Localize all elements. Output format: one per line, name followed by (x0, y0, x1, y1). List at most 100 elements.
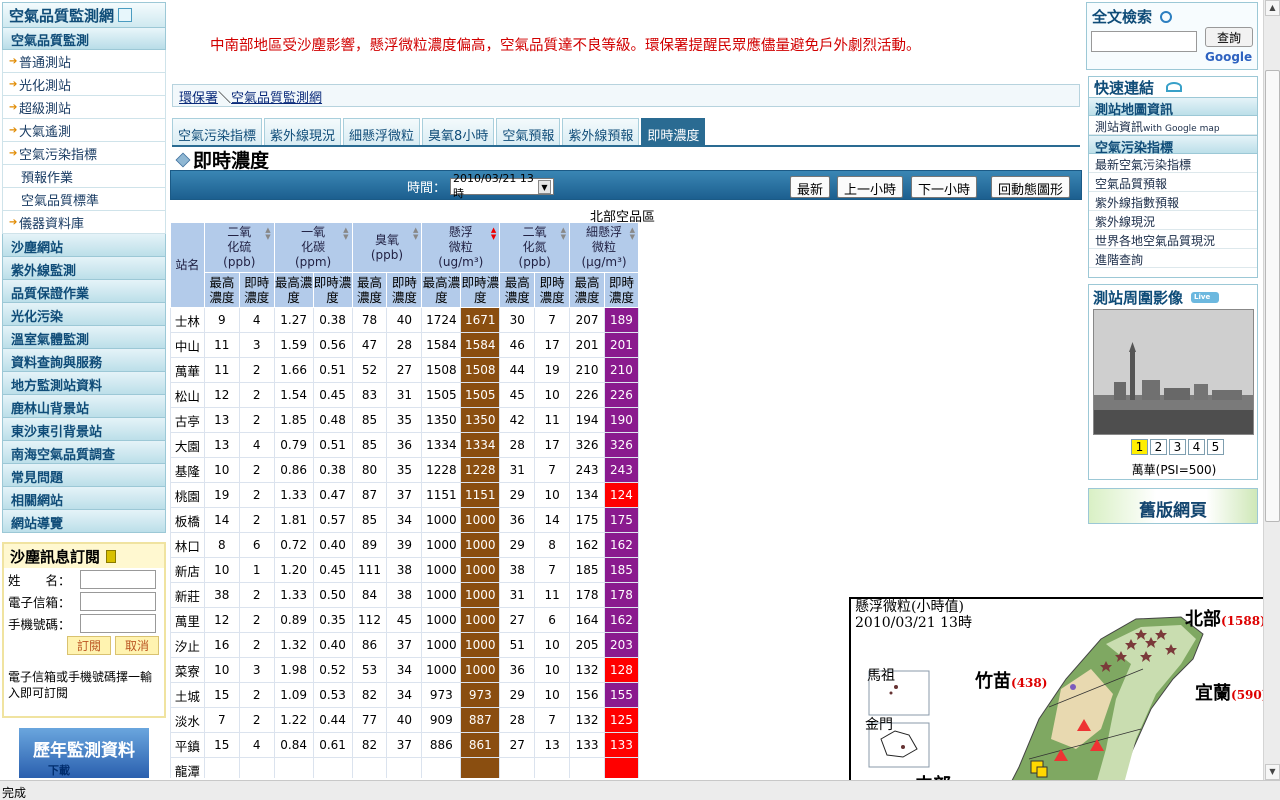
station-name-cell[interactable]: 平鎮 (170, 732, 205, 758)
table-row[interactable]: 龍潭 (170, 757, 639, 778)
prev-hour-button[interactable]: 上一小時 (837, 176, 904, 198)
old-site-banner[interactable]: 舊版網頁 (1088, 488, 1258, 524)
scroll-up-icon[interactable]: ▲ (1265, 0, 1280, 16)
pollutant-column-header[interactable]: 懸浮 微粒 (ug/m³) ▲ ▼ (421, 222, 501, 273)
pm10-map[interactable]: 懸浮微粒(小時值) 2010/03/21 13時 北部(1588) 竹苗(438… (849, 597, 1280, 800)
nav-sub-item[interactable]: 預報作業 (2, 165, 166, 188)
chevron-down-icon[interactable]: ▼ (537, 179, 552, 194)
nav-sub-item[interactable]: ➔ 大氣遙測 (2, 119, 166, 142)
nav-main-item[interactable]: 地方監測站資料 (2, 372, 166, 395)
station-name-cell[interactable]: 古亭 (170, 407, 205, 433)
table-row[interactable]: 萬里 12 2 0.89 0.35 112 45 1000 1000 27 6 164 162 (170, 607, 639, 633)
nav-main-item[interactable]: 東沙東引背景站 (2, 418, 166, 441)
table-row[interactable]: 新莊 38 2 1.33 0.50 84 38 1000 1000 31 11 178 178 (170, 582, 639, 608)
station-name-cell[interactable]: 淡水 (170, 707, 205, 733)
search-input[interactable] (1091, 31, 1197, 52)
table-row[interactable]: 桃園 19 2 1.33 0.47 87 37 1151 1151 29 10 134 124 (170, 482, 639, 508)
camera-page-button[interactable]: 2 (1150, 439, 1167, 455)
station-name-cell[interactable]: 中山 (170, 332, 205, 358)
sort-arrows-icon[interactable]: ▲ ▼ (561, 227, 566, 241)
station-name-cell[interactable]: 菜寮 (170, 657, 205, 683)
email-field[interactable] (80, 591, 156, 611)
pollutant-column-header[interactable]: 二氧 化硫 (ppb) ▲ ▼ (203, 222, 275, 273)
subscribe-button[interactable]: 訂閱 (67, 636, 111, 655)
sort-arrows-icon[interactable]: ▲ ▼ (413, 227, 418, 241)
breadcrumb-current-link[interactable]: 空氣品質監測網 (231, 91, 322, 106)
tab-item[interactable]: 紫外線現況 (264, 118, 342, 146)
nav-sub-item[interactable]: ➔ 普通測站 (2, 50, 166, 73)
breadcrumb-root-link[interactable]: 環保署 (179, 91, 218, 106)
map-label-zhumiao[interactable]: 竹苗(438) (975, 667, 1047, 693)
tab-item[interactable]: 空氣預報 (496, 118, 561, 146)
station-name-cell[interactable]: 龍潭 (170, 757, 205, 778)
nav-sub-item[interactable]: ➔ 光化測站 (2, 73, 166, 96)
tab-item[interactable]: 細懸浮微粒 (343, 118, 421, 146)
table-row[interactable]: 林口 8 6 0.72 0.40 89 39 1000 1000 29 8 162 162 (170, 532, 639, 558)
nav-sub-item[interactable]: ➔ 超級測站 (2, 96, 166, 119)
quick-link-item[interactable]: 紫外線現況 (1089, 211, 1257, 230)
nav-main-item[interactable]: 光化污染 (2, 303, 166, 326)
name-field[interactable] (80, 569, 156, 589)
nav-sub-item[interactable]: 空氣品質標準 (2, 188, 166, 211)
map-label-yilan[interactable]: 宜蘭(590) (1195, 679, 1267, 705)
pollutant-column-header[interactable]: 一氧 化碳 (ppm) ▲ ▼ (273, 222, 353, 273)
station-name-cell[interactable]: 土城 (170, 682, 205, 708)
table-row[interactable]: 板橋 14 2 1.81 0.57 85 34 1000 1000 36 14 175 175 (170, 507, 639, 533)
tab-item[interactable]: 即時濃度 (641, 118, 706, 146)
nav-sub-item[interactable]: ➔ 空氣污染指標 (2, 142, 166, 165)
table-row[interactable]: 基隆 10 2 0.86 0.38 80 35 1228 1228 31 7 243 243 (170, 457, 639, 483)
nav-main-item[interactable]: 相關網站 (2, 487, 166, 510)
quick-link-item[interactable]: 進階查詢 (1089, 249, 1257, 268)
nav-main-item[interactable]: 品質保證作業 (2, 280, 166, 303)
table-row[interactable]: 松山 12 2 1.54 0.45 83 31 1505 1505 45 10 226 226 (170, 382, 639, 408)
tab-item[interactable]: 空氣污染指標 (172, 118, 263, 146)
quick-link-item[interactable]: 紫外線指數預報 (1089, 192, 1257, 211)
nav-main-item[interactable]: 常見問題 (2, 464, 166, 487)
nav-section-air-quality[interactable]: 空氣品質監測 (2, 28, 166, 50)
station-name-cell[interactable]: 林口 (170, 532, 205, 558)
nav-main-item[interactable]: 紫外線監測 (2, 257, 166, 280)
sort-arrows-icon[interactable]: ▲ ▼ (343, 227, 348, 241)
phone-field[interactable] (80, 613, 156, 633)
nav-main-item[interactable]: 沙塵網站 (2, 234, 166, 257)
pollutant-column-header[interactable]: 二氧 化氮 (ppb) ▲ ▼ (499, 222, 571, 273)
station-name-cell[interactable]: 大園 (170, 432, 205, 458)
sort-arrows-icon[interactable]: ▲ ▼ (491, 227, 496, 241)
nav-sub-item[interactable]: ➔ 儀器資料庫 (2, 211, 166, 234)
station-name-cell[interactable]: 新店 (170, 557, 205, 583)
station-name-cell[interactable]: 桃園 (170, 482, 205, 508)
tab-item[interactable]: 紫外線預報 (562, 118, 640, 146)
station-name-cell[interactable]: 萬華 (170, 357, 205, 383)
pollutant-column-header[interactable]: 臭氧 (ppb) ▲ ▼ (351, 222, 423, 273)
nav-main-item[interactable]: 溫室氣體監測 (2, 326, 166, 349)
nav-main-item[interactable]: 鹿林山背景站 (2, 395, 166, 418)
camera-page-button[interactable]: 3 (1169, 439, 1186, 455)
camera-page-button[interactable]: 4 (1188, 439, 1205, 455)
station-name-cell[interactable]: 新莊 (170, 582, 205, 608)
station-name-cell[interactable]: 板橋 (170, 507, 205, 533)
quick-link-item[interactable]: 世界各地空氣品質現況 (1089, 230, 1257, 249)
quick-group-psi[interactable]: 空氣污染指標 (1089, 135, 1257, 156)
quick-group-station-map[interactable]: 測站地圖資訊 (1089, 97, 1257, 118)
history-data-banner[interactable]: 歷年監測資料 下載 (18, 727, 150, 779)
time-select[interactable]: 2010/03/21 13時 ▼ (450, 172, 555, 200)
station-name-cell[interactable]: 汐止 (170, 632, 205, 658)
table-row[interactable]: 新店 10 1 1.20 0.45 111 38 1000 1000 38 7 185 185 (170, 557, 639, 583)
table-row[interactable]: 平鎮 15 4 0.84 0.61 82 37 886 861 27 13 133 133 (170, 732, 639, 758)
sort-arrows-icon[interactable]: ▲ ▼ (265, 227, 270, 241)
table-row[interactable]: 古亭 13 2 1.85 0.48 85 35 1350 1350 42 11 194 190 (170, 407, 639, 433)
table-row[interactable]: 菜寮 10 3 1.98 0.52 53 34 1000 1000 36 10 132 128 (170, 657, 639, 683)
sort-arrows-icon[interactable]: ▲ ▼ (630, 227, 635, 241)
table-row[interactable]: 大園 13 4 0.79 0.51 85 36 1334 1334 28 17 326 326 (170, 432, 639, 458)
scroll-down-icon[interactable]: ▼ (1265, 764, 1280, 780)
station-name-cell[interactable]: 萬里 (170, 607, 205, 633)
table-row[interactable]: 汐止 16 2 1.32 0.40 86 37 1000 1000 51 10 205 203 (170, 632, 639, 658)
nav-main-item[interactable]: 資料查詢與服務 (2, 349, 166, 372)
news-marquee[interactable]: 中南部地區受沙塵影響，懸浮微粒濃度偏高，空氣品質達不良等級。環保署提醒民眾應儘量… (178, 34, 1086, 54)
scroll-thumb[interactable] (1265, 70, 1280, 522)
next-hour-button[interactable]: 下一小時 (911, 176, 978, 198)
pollutant-column-header[interactable]: 細懸浮 微粒 (μg/m³) ▲ ▼ (569, 222, 639, 273)
dynamic-chart-button[interactable]: 回動態圖形 (991, 176, 1071, 198)
latest-button[interactable]: 最新 (790, 176, 831, 198)
map-label-north[interactable]: 北部(1588) (1185, 605, 1266, 631)
